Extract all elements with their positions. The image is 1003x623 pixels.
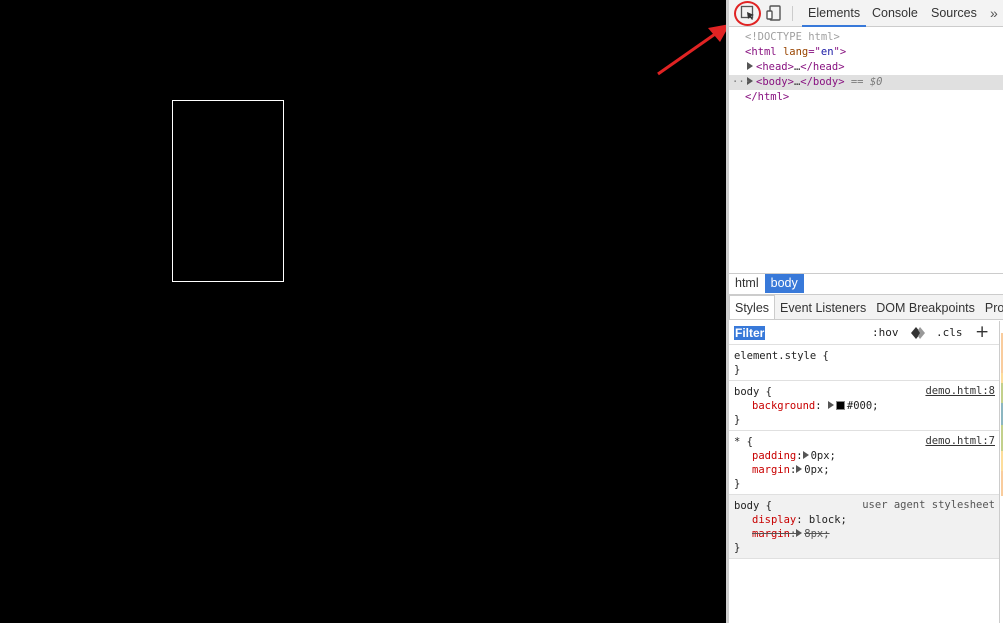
property-value: 0px; xyxy=(810,450,836,462)
dom-node-doctype[interactable]: <!DOCTYPE html> xyxy=(729,30,1003,45)
sidebar-tabs: StylesEvent ListenersDOM BreakpointsProp… xyxy=(729,294,1003,320)
expand-triangle-icon[interactable] xyxy=(796,529,803,537)
expand-triangle-icon[interactable] xyxy=(796,465,803,473)
rule-source-link[interactable]: demo.html:7 xyxy=(925,435,995,447)
style-declaration[interactable]: background: #000; xyxy=(734,399,999,413)
hov-toggle[interactable]: :hov xyxy=(872,326,899,339)
style-rule-body: body { demo.html:8 background: #000; } xyxy=(729,381,999,431)
rule-close: } xyxy=(734,478,741,490)
rule-close: } xyxy=(734,414,741,426)
style-declaration[interactable]: padding: 0px; xyxy=(734,449,999,463)
property-value: #000; xyxy=(846,400,879,412)
cls-toggle[interactable]: .cls xyxy=(936,326,963,339)
breadcrumb-body[interactable]: body xyxy=(764,274,804,293)
html-open-tag: <html xyxy=(745,46,777,58)
property-value: 0px; xyxy=(804,464,830,476)
add-rule-icon[interactable]: + xyxy=(975,322,989,342)
expand-triangle-icon[interactable] xyxy=(802,451,809,459)
html-attr-eq: =" xyxy=(808,46,821,58)
html-attr-name: lang xyxy=(782,46,809,58)
html-attr-value: en xyxy=(820,46,834,58)
tab-event-listeners[interactable]: Event Listeners xyxy=(775,296,871,320)
toolbar-separator xyxy=(792,6,793,21)
rule-close: } xyxy=(734,364,741,376)
devtools-panel: Elements Console Sources » <!DOCTYPE htm… xyxy=(726,0,1003,623)
property-value: 8px; xyxy=(804,528,830,540)
dom-node-html[interactable]: <html lang="en"> xyxy=(729,45,1003,60)
inspect-element-icon[interactable] xyxy=(739,4,757,22)
dom-node-head[interactable]: <head>…</head> xyxy=(729,60,1003,75)
expand-triangle-icon[interactable] xyxy=(747,62,753,70)
tab-styles[interactable]: Styles xyxy=(729,295,776,319)
rule-source-label: user agent stylesheet xyxy=(862,499,995,511)
more-tabs-icon[interactable]: » xyxy=(984,0,1003,27)
tab-dom-breakpoints[interactable]: DOM Breakpoints xyxy=(871,296,980,320)
style-rule-element: element.style { } xyxy=(729,345,999,381)
color-swatch-icon[interactable] xyxy=(835,401,845,410)
style-rule-user-agent: body { user agent stylesheet display: bl… xyxy=(729,495,999,559)
dom-tree: <!DOCTYPE html> <html lang="en"> <head>…… xyxy=(729,30,1003,105)
property-name: background xyxy=(752,400,816,412)
box-model-pane-edge xyxy=(999,321,1003,623)
expand-triangle-icon[interactable] xyxy=(827,401,834,409)
tab-elements[interactable]: Elements xyxy=(802,0,867,27)
html-close-tag: </html> xyxy=(745,91,790,103)
property-name: margin xyxy=(752,464,790,476)
tab-sources[interactable]: Sources xyxy=(925,0,983,27)
node-actions-dots[interactable]: ··· xyxy=(732,75,751,90)
head-open-tag: <head> xyxy=(756,61,794,73)
filter-input[interactable]: Filter xyxy=(734,326,766,340)
rule-close: } xyxy=(734,542,741,554)
tab-console[interactable]: Console xyxy=(866,0,924,27)
filter-row: Filter :hov .cls + xyxy=(729,321,999,345)
dom-node-body[interactable]: ··· <body>…</body> == $0 xyxy=(729,75,1003,90)
body-open-tag: <body> xyxy=(756,76,794,88)
property-name: padding xyxy=(752,450,797,462)
page-viewport xyxy=(0,0,726,623)
tab-properties[interactable]: Prope xyxy=(980,296,1003,320)
device-toolbar-icon[interactable] xyxy=(765,4,783,22)
rule-source-link[interactable]: demo.html:8 xyxy=(925,385,995,397)
property-name: display xyxy=(752,514,797,526)
style-declaration[interactable]: display: block; xyxy=(734,513,999,527)
property-value: block; xyxy=(808,514,847,526)
head-close-tag: </head> xyxy=(800,61,845,73)
style-declaration[interactable]: margin: 0px; xyxy=(734,463,999,477)
devtools-toolbar: Elements Console Sources » xyxy=(729,0,1003,27)
rule-selector[interactable]: element.style { xyxy=(734,349,999,363)
property-name: margin xyxy=(752,528,790,540)
color-format-icon[interactable] xyxy=(911,327,925,339)
doctype-text: <!DOCTYPE html> xyxy=(745,31,840,43)
body-close-tag: </body> xyxy=(800,76,845,88)
outlined-box[interactable] xyxy=(172,100,284,282)
overridden-declaration[interactable]: margin: 8px; xyxy=(734,527,999,541)
selected-node-marker: == $0 xyxy=(850,76,883,88)
html-attr-close: "> xyxy=(833,46,847,58)
breadcrumb: html body xyxy=(729,273,1003,293)
breadcrumb-html[interactable]: html xyxy=(729,274,765,293)
dom-node-html-close[interactable]: </html> xyxy=(729,90,1003,105)
styles-pane: Filter :hov .cls + element.style { } bod… xyxy=(729,321,999,559)
style-rule-universal: * { demo.html:7 padding: 0px; margin: 0px;… xyxy=(729,431,999,495)
